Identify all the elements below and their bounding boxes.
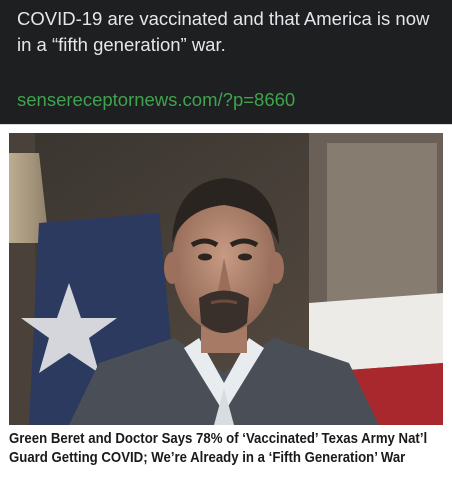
post-body-text: COVID-19 are vaccinated and that America… bbox=[17, 8, 430, 55]
post-text-area: COVID-19 are vaccinated and that America… bbox=[0, 0, 452, 124]
article-link[interactable]: sensereceptornews.com/?p=8660 bbox=[17, 88, 295, 112]
preview-title[interactable]: Green Beret and Doctor Says 78% of ‘Vacc… bbox=[9, 429, 443, 467]
link-preview-card[interactable]: Green Beret and Doctor Says 78% of ‘Vacc… bbox=[0, 124, 452, 500]
preview-image[interactable] bbox=[9, 133, 443, 425]
screenshot-page: COVID-19 are vaccinated and that America… bbox=[0, 0, 452, 500]
person-photo-icon bbox=[9, 133, 443, 425]
